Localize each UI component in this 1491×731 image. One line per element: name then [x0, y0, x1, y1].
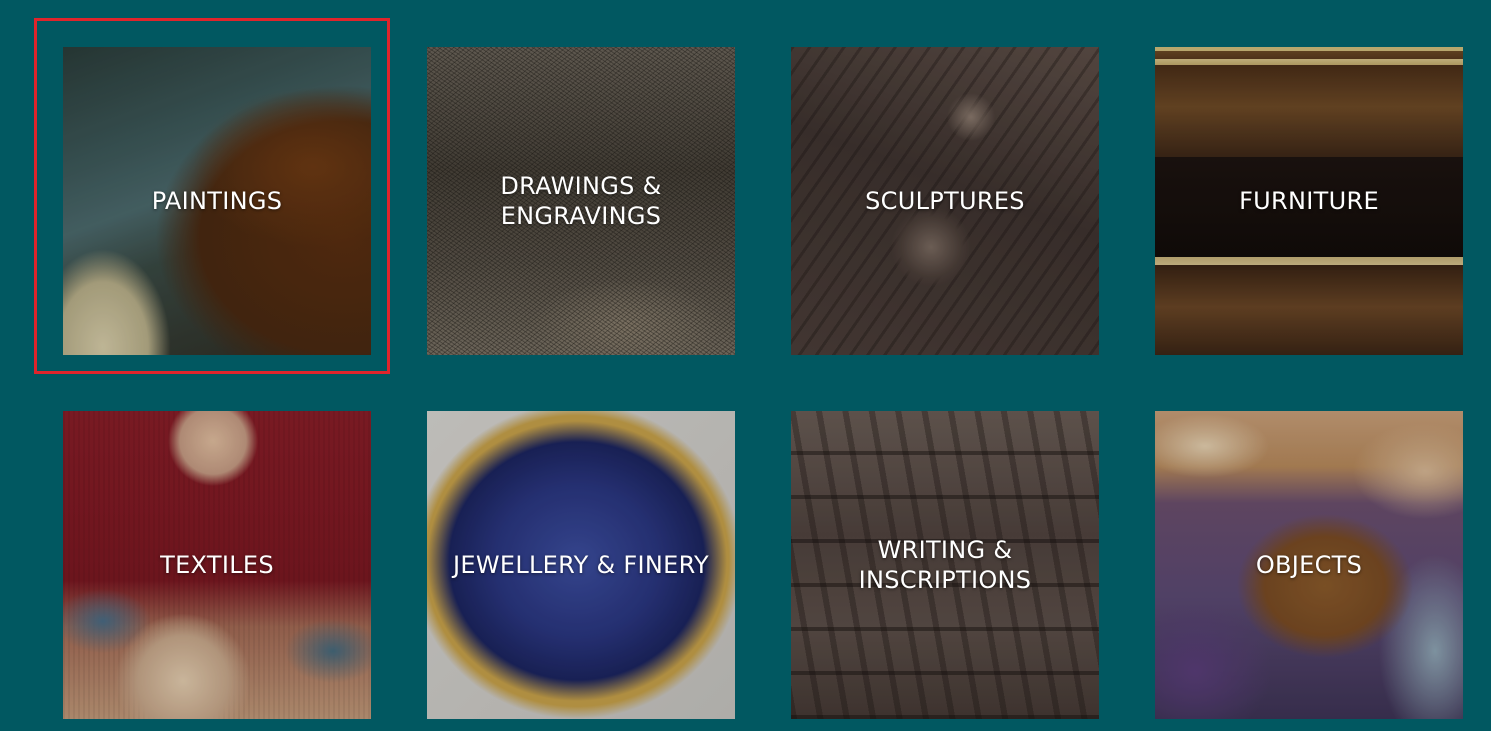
- tile-label-drawings-engravings: DRAWINGS & ENGRAVINGS: [500, 172, 662, 230]
- category-tile-jewellery-finery[interactable]: JEWELLERY & FINERY: [427, 411, 735, 719]
- tile-label-objects: OBJECTS: [1255, 551, 1363, 579]
- category-tile-textiles[interactable]: TEXTILES: [63, 411, 371, 719]
- category-tile-sculptures[interactable]: SCULPTURES: [791, 47, 1099, 355]
- tile-label-jewellery-finery: JEWELLERY & FINERY: [452, 551, 710, 579]
- tile-label-sculptures: SCULPTURES: [865, 187, 1025, 215]
- category-tile-furniture[interactable]: FURNITURE: [1155, 47, 1463, 355]
- tile-label-paintings: PAINTINGS: [151, 187, 283, 215]
- tile-label-textiles: TEXTILES: [160, 551, 274, 579]
- category-tile-paintings[interactable]: PAINTINGS: [63, 47, 371, 355]
- tile-label-writing-inscriptions: WRITING & INSCRIPTIONS: [858, 536, 1032, 594]
- category-tile-drawings-engravings[interactable]: DRAWINGS & ENGRAVINGS: [427, 47, 735, 355]
- collections-page: { "colors": { "background": "#015861", "…: [0, 0, 1491, 731]
- tile-label-furniture: FURNITURE: [1239, 187, 1379, 215]
- category-tile-objects[interactable]: OBJECTS: [1155, 411, 1463, 719]
- category-tile-writing-inscriptions[interactable]: WRITING & INSCRIPTIONS: [791, 411, 1099, 719]
